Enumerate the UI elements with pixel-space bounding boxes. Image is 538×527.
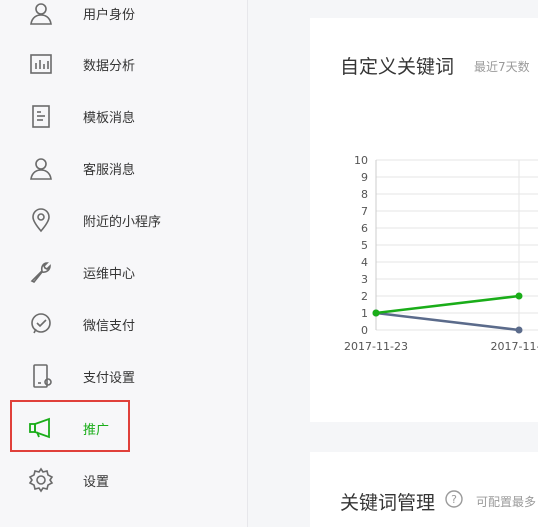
- y-tick-label: 1: [361, 307, 368, 320]
- y-tick-label: 8: [361, 188, 368, 201]
- location-pin-icon: [27, 206, 55, 234]
- card-title: 关键词管理: [340, 492, 436, 514]
- svg-text:?: ?: [451, 493, 457, 506]
- data-point[interactable]: [372, 309, 380, 317]
- sidebar-item-label: 附近的小程序: [83, 214, 162, 230]
- data-point[interactable]: [515, 326, 523, 334]
- help-icon[interactable]: ?: [444, 489, 464, 509]
- y-tick-label: 10: [354, 154, 368, 167]
- y-tick-label: 3: [361, 273, 368, 286]
- sidebar-item-settings[interactable]: 设置: [0, 454, 247, 506]
- y-tick-label: 2: [361, 290, 368, 303]
- sidebar-item-label: 用户身份: [83, 7, 136, 23]
- sidebar-item-ops-center[interactable]: 运维中心: [0, 246, 247, 298]
- x-tick-label: 2017-11-2: [491, 340, 538, 353]
- bar-chart-icon: [27, 50, 55, 78]
- main-content: 自定义关键词 最近7天数 0 1 2 3 4 5 6 7 8 9 10 2017-11-23 2017-…: [248, 0, 538, 527]
- card-note: 可配置最多: [476, 495, 537, 509]
- sidebar-item-label: 设置: [83, 474, 110, 490]
- x-tick-label: 2017-11-23: [344, 340, 408, 353]
- customer-service-icon: [27, 154, 55, 182]
- sidebar-item-label: 微信支付: [83, 318, 136, 334]
- gear-icon: [27, 466, 55, 494]
- y-tick-label: 7: [361, 205, 368, 218]
- keywords-chart-card: 自定义关键词 最近7天数 0 1 2 3 4 5 6 7 8 9 10 2017-11-23 2017-…: [310, 18, 538, 422]
- data-point[interactable]: [515, 292, 523, 300]
- wechat-pay-icon: [27, 310, 55, 338]
- sidebar-item-label: 支付设置: [83, 370, 136, 386]
- sidebar: 用户身份 数据分析 模板消息 客服消息 附近的小程序 运维中心 微信支付 支付设…: [0, 0, 248, 527]
- y-tick-label: 5: [361, 239, 368, 252]
- keyword-management-card: 关键词管理 ? 可配置最多: [310, 452, 538, 527]
- sidebar-item-user-identity[interactable]: 用户身份: [0, 0, 247, 39]
- highlight-box: [10, 400, 130, 452]
- sidebar-item-customer-service[interactable]: 客服消息: [0, 142, 247, 194]
- sidebar-item-wechat-pay[interactable]: 微信支付: [0, 298, 247, 350]
- sidebar-item-data-analysis[interactable]: 数据分析: [0, 38, 247, 90]
- series-line-0: [375, 294, 520, 315]
- sidebar-item-template-message[interactable]: 模板消息: [0, 90, 247, 142]
- y-tick-label: 9: [361, 171, 368, 184]
- sidebar-item-label: 数据分析: [83, 58, 136, 74]
- line-chart: 0 1 2 3 4 5 6 7 8 9 10 2017-11-23 2017-11-2: [344, 154, 538, 353]
- wrench-icon: [27, 258, 55, 286]
- document-icon: [27, 102, 55, 130]
- series-line-1: [375, 311, 520, 332]
- sidebar-item-label: 客服消息: [83, 162, 136, 178]
- sidebar-item-label: 模板消息: [83, 110, 136, 126]
- card-title: 自定义关键词: [340, 56, 455, 78]
- sidebar-item-nearby-miniprogram[interactable]: 附近的小程序: [0, 194, 247, 246]
- y-tick-label: 0: [361, 324, 368, 337]
- sidebar-item-payment-settings[interactable]: 支付设置: [0, 350, 247, 402]
- sidebar-item-label: 运维中心: [83, 266, 136, 282]
- user-icon: [27, 0, 55, 27]
- y-tick-label: 4: [361, 256, 368, 269]
- payment-settings-icon: [27, 362, 55, 390]
- card-subtitle: 最近7天数: [474, 60, 530, 74]
- y-tick-label: 6: [361, 222, 368, 235]
